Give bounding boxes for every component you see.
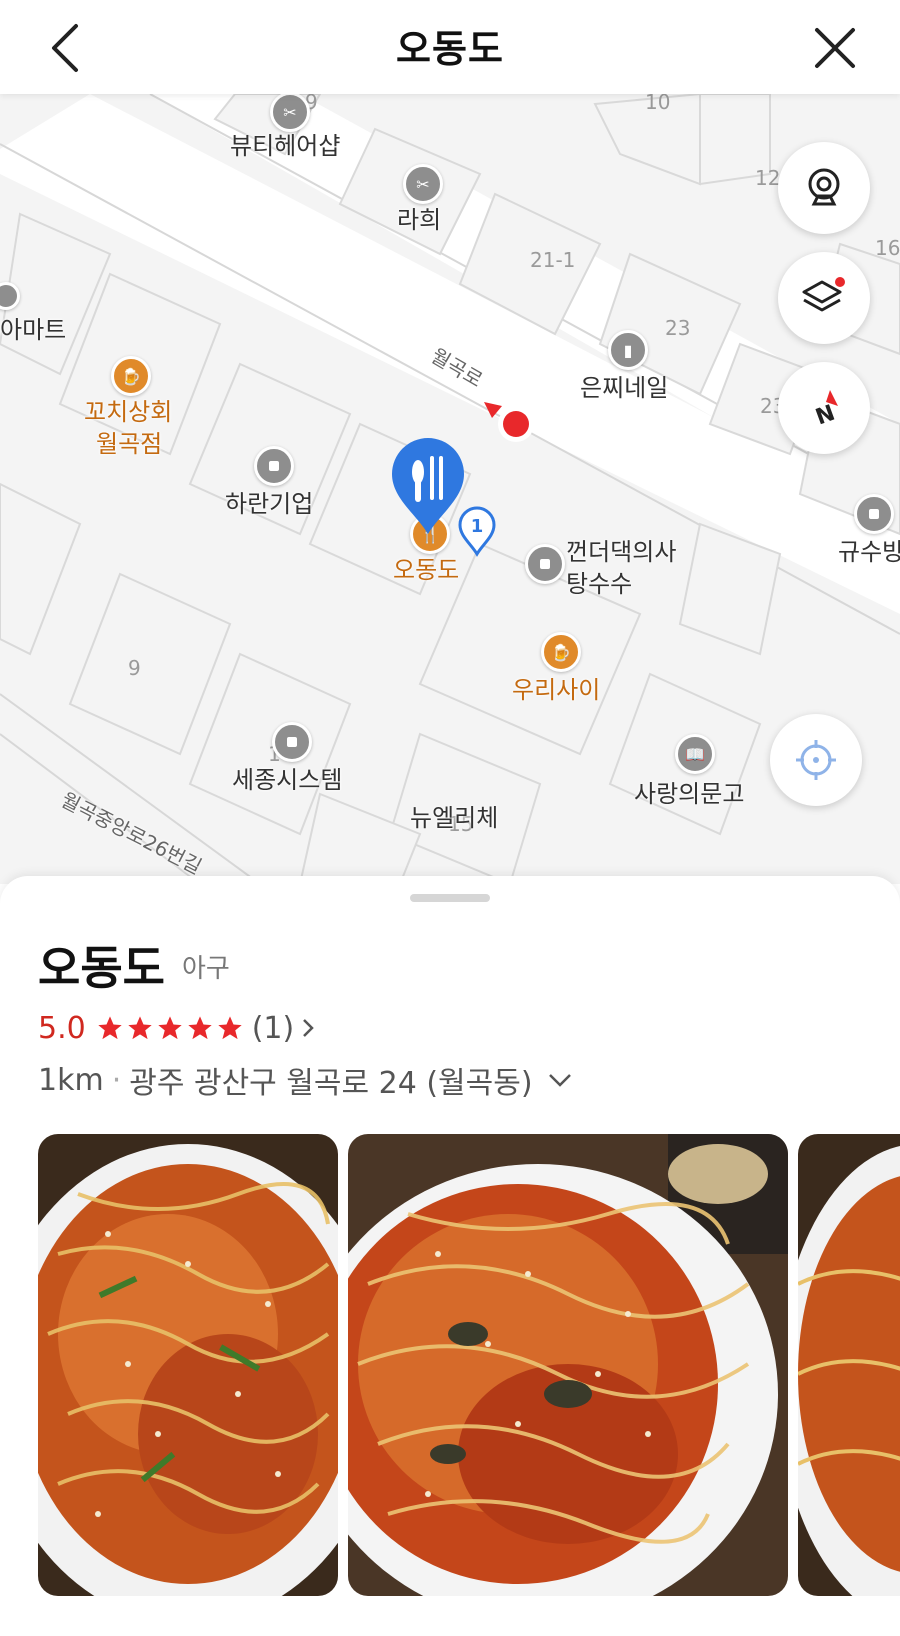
star-icon	[128, 1016, 152, 1040]
current-location-icon	[484, 402, 534, 442]
food-photo[interactable]	[798, 1134, 900, 1596]
book-icon[interactable]: 📖	[675, 734, 715, 774]
food-photo-image	[798, 1134, 900, 1596]
nail-icon[interactable]: ▮	[608, 330, 648, 370]
compass-icon: N	[812, 390, 838, 431]
poi-label[interactable]: 사랑의문고	[634, 774, 744, 809]
star-icon	[158, 1016, 182, 1040]
map-view[interactable]: 9 10 12 16 21-1 23 23 9 15 1 월곡로 월곡중앙로26…	[0, 94, 900, 884]
food-photo-image	[38, 1134, 338, 1596]
selected-place-label[interactable]: 오동도	[393, 550, 459, 585]
close-icon	[815, 28, 855, 68]
cctv-button[interactable]	[778, 142, 870, 234]
address-number: 9	[128, 656, 141, 680]
poi-label[interactable]: 탕수수	[566, 564, 632, 599]
poi-label[interactable]: 월곡점	[96, 424, 162, 459]
poi-label[interactable]: 규수방	[838, 532, 900, 567]
address-number: 21-1	[530, 248, 576, 272]
top-bar: 오동도	[0, 0, 900, 94]
poi-label[interactable]: 아마트	[0, 310, 66, 345]
pin-number: 1	[471, 516, 484, 537]
food-photo-image	[348, 1134, 788, 1596]
address-number: 10	[645, 94, 671, 114]
numbered-pin-icon[interactable]: 1	[457, 506, 497, 558]
star-icon	[218, 1016, 242, 1040]
address-number: 23	[665, 316, 691, 340]
rating-stars	[96, 1014, 244, 1042]
place-icon[interactable]	[254, 446, 294, 486]
rating-score: 5.0	[38, 1010, 86, 1046]
address-row[interactable]: 1km · 광주 광산구 월곡로 24 (월곡동)	[38, 1058, 573, 1102]
scissors-icon[interactable]: ✂	[403, 164, 443, 204]
rating-row[interactable]: 5.0 (1)	[38, 1008, 316, 1048]
address-number: 16	[875, 236, 900, 260]
close-button[interactable]	[805, 18, 865, 78]
place-name: 오동도	[38, 941, 165, 995]
poi-label[interactable]: 하란기업	[225, 484, 313, 519]
chevron-right-icon[interactable]	[300, 1016, 316, 1040]
star-icon	[98, 1016, 122, 1040]
poi-label[interactable]: 뉴엘리체	[410, 798, 498, 833]
cctv-icon	[808, 168, 840, 206]
food-photo[interactable]	[348, 1134, 788, 1596]
place-detail-sheet[interactable]: 오동도 아구 5.0 (1) 1km · 광주 광산구 월곡로 24 (월곡동)	[0, 876, 900, 1636]
crosshair-icon	[796, 740, 836, 780]
place-icon[interactable]	[525, 544, 565, 584]
sheet-drag-handle[interactable]	[410, 894, 490, 902]
distance: 1km	[38, 1062, 104, 1098]
poi-label[interactable]: 은찌네일	[580, 368, 668, 403]
layers-button[interactable]	[778, 252, 870, 344]
food-photo[interactable]	[38, 1134, 338, 1596]
poi-label[interactable]: 껀더댁의사	[566, 532, 676, 567]
address: 광주 광산구 월곡로 24 (월곡동)	[129, 1066, 533, 1101]
page-title: 오동도	[396, 27, 504, 71]
chevron-down-icon[interactable]	[547, 1071, 573, 1089]
poi-label[interactable]: 라희	[397, 200, 441, 235]
layers-icon	[802, 277, 845, 312]
star-icon	[188, 1016, 212, 1040]
review-count[interactable]: (1)	[252, 1011, 295, 1046]
separator-dot: ·	[111, 1062, 122, 1098]
poi-label[interactable]: 우리사이	[512, 670, 600, 705]
svg-text:N: N	[812, 401, 838, 431]
poi-label[interactable]: 뷰티헤어샵	[230, 126, 340, 161]
beer-icon[interactable]: 🍺	[541, 632, 581, 672]
place-icon[interactable]	[272, 722, 312, 762]
place-icon[interactable]	[854, 494, 894, 534]
my-location-button[interactable]	[770, 714, 862, 806]
beer-icon[interactable]: 🍺	[111, 356, 151, 396]
photo-strip[interactable]	[38, 1134, 900, 1596]
address-number: 12	[755, 166, 781, 190]
poi-label[interactable]: 세종시스템	[232, 760, 342, 795]
poi-label[interactable]: 꼬치상회	[84, 392, 172, 427]
place-category: 아구	[182, 954, 230, 984]
compass-button[interactable]: N	[778, 362, 870, 454]
